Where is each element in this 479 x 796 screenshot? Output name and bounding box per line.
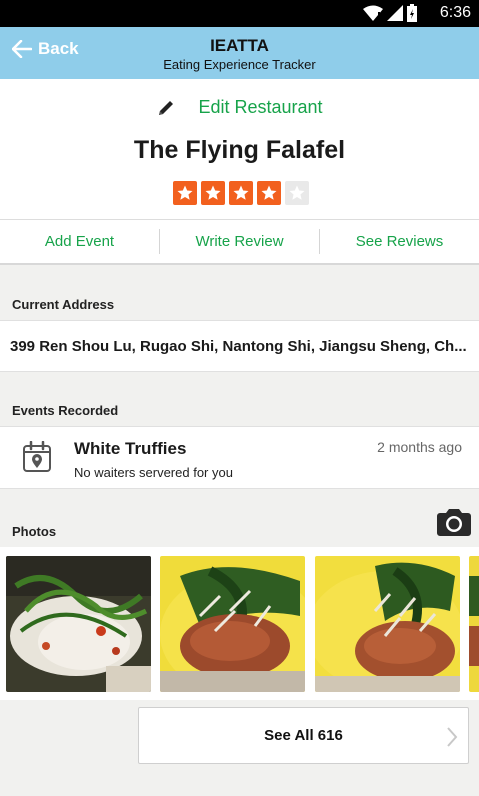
event-time: 2 months ago [377,439,462,455]
see-all-label: See All 616 [264,727,343,744]
rating-stars [173,181,309,205]
address-section-header: Current Address [12,297,115,312]
action-bar: Add Event Write Review See Reviews [0,219,479,265]
photo-thumbnail[interactable] [160,556,305,692]
app-title: IEATTA [210,36,269,55]
star-filled-icon [201,181,225,205]
star-filled-icon [173,181,197,205]
camera-icon[interactable] [436,507,472,537]
status-icons [363,4,417,22]
app-subtitle: Eating Experience Tracker [163,57,316,72]
photos-strip [0,547,479,700]
chevron-right-icon [447,727,458,747]
event-list-item[interactable]: White Truffies No waiters servered for y… [0,426,479,489]
photos-section-header: Photos [12,524,57,539]
status-time: 6:36 [439,4,471,21]
battery-icon [407,4,417,22]
restaurant-header: Edit Restaurant The Flying Falafel [0,79,479,219]
star-filled-icon [229,181,253,205]
calendar-pin-icon [23,441,51,472]
event-description: No waiters servered for you [74,465,233,480]
address-row[interactable]: 399 Ren Shou Lu, Rugao Shi, Nantong Shi,… [0,320,479,372]
app-bar: Back IEATTA Eating Experience Tracker [0,27,479,79]
wifi-icon [363,5,383,21]
photo-thumbnail[interactable] [315,556,460,692]
photo-thumbnail[interactable] [469,556,479,692]
signal-icon [387,5,403,21]
restaurant-name: The Flying Falafel [133,136,346,164]
event-title: White Truffies [74,439,187,458]
add-event-button[interactable]: Add Event [0,220,159,263]
star-empty-icon [285,181,309,205]
write-review-button[interactable]: Write Review [160,220,319,263]
star-filled-icon [257,181,281,205]
see-reviews-button[interactable]: See Reviews [320,220,479,263]
photo-thumbnail[interactable] [6,556,151,692]
see-all-photos-button[interactable]: See All 616 [138,707,469,764]
edit-restaurant-label: Edit Restaurant [198,97,323,117]
pencil-icon [159,100,174,115]
status-bar: 6:36 [0,0,479,27]
address-value: 399 Ren Shou Lu, Rugao Shi, Nantong Shi,… [10,338,467,355]
events-section-header: Events Recorded [12,403,119,418]
edit-restaurant-button[interactable]: Edit Restaurant [0,97,479,118]
